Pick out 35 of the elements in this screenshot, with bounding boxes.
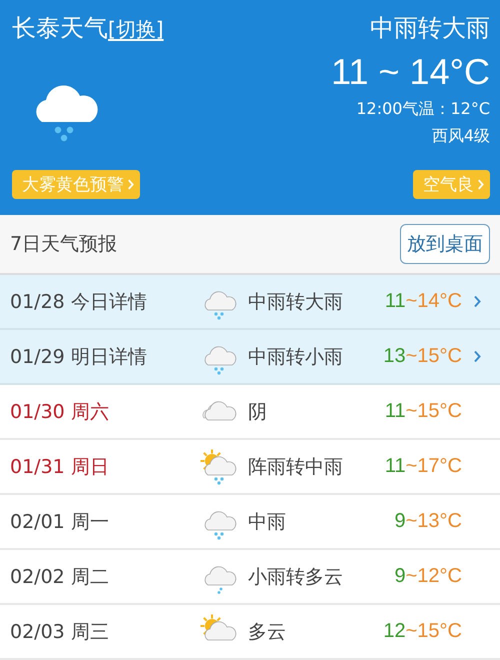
forecast-date: 01/28 今日详情 [10, 290, 148, 314]
forecast-date: 01/29 明日详情 [10, 344, 148, 370]
forecast-date: 01/30 周六 [10, 400, 110, 424]
forecast-condition: 小雨转多云 [248, 564, 344, 590]
weather-condition: 中雨转大雨 [370, 13, 490, 44]
forecast-date: 02/02 周二 [10, 564, 110, 590]
temperature-range: 11 ~ 14°C [331, 50, 490, 94]
forecast-condition: 多云 [248, 620, 287, 644]
forecast-row[interactable]: 01/29 明日详情 中雨转小雨 13~15°C [0, 330, 500, 385]
forecast-condition: 中雨转大雨 [248, 290, 344, 314]
noon-temperature: 12:00气温：12°C [356, 99, 490, 120]
forecast-condition: 中雨转小雨 [248, 344, 344, 370]
forecast-date: 01/31 周日 [10, 454, 110, 480]
forecast-temperature: 11~15°C [384, 400, 462, 423]
forecast-title: 7日天气预报 [10, 232, 118, 257]
forecast-row[interactable]: 01/28 今日详情 中雨转大雨 11~14°C [0, 275, 500, 330]
forecast-date: 02/03 周三 [10, 620, 110, 644]
wind-info: 西风4级 [432, 126, 490, 148]
forecast-temperature: 11~17°C [384, 455, 462, 478]
forecast-condition: 阴 [248, 400, 268, 424]
forecast-temperature: 13~15°C [382, 345, 462, 368]
switch-city-link[interactable]: [切换] [108, 16, 164, 43]
chevron-icon [473, 295, 481, 308]
city-name: 长泰天气 [12, 13, 108, 44]
add-to-desktop-button[interactable]: 放到桌面 [400, 224, 490, 264]
chevron-icon [477, 179, 484, 190]
forecast-temperature: 9~12°C [394, 565, 462, 588]
chevron-icon [127, 179, 134, 190]
forecast-date: 02/01 周一 [10, 510, 110, 534]
forecast-condition: 阵雨转中雨 [248, 454, 344, 480]
forecast-temperature: 12~15°C [382, 620, 462, 643]
chevron-icon [473, 350, 481, 363]
forecast-condition: 中雨 [248, 510, 287, 534]
forecast-temperature: 11~14°C [384, 290, 462, 313]
forecast-temperature: 9~13°C [394, 510, 462, 533]
